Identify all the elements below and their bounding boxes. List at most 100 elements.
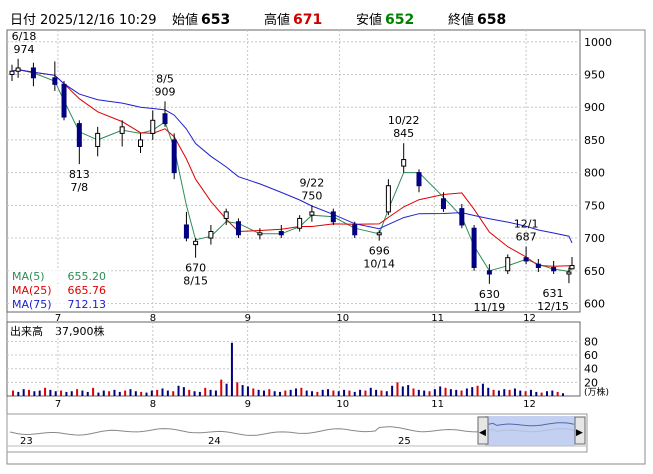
volume-bar <box>316 391 319 396</box>
volume-month-label: 7 <box>55 399 61 410</box>
volume-bar <box>529 389 532 396</box>
price-tick-label: 1000 <box>584 36 612 49</box>
high-label: 高値 <box>264 12 290 28</box>
volume-bar <box>22 389 25 396</box>
volume-bar <box>257 389 260 396</box>
volume-bar <box>343 389 346 396</box>
volume-bar <box>198 391 201 396</box>
volume-bar <box>476 385 479 396</box>
legend-item: MA(75) 712.13 <box>10 298 108 311</box>
volume-bar <box>236 382 239 396</box>
annotation-value: 696 <box>369 245 390 258</box>
volume-bar <box>487 387 490 396</box>
annotation-date: 8/5 <box>156 72 174 85</box>
volume-bar <box>188 389 191 396</box>
volume-x-axis: 7 8 9 10 11 12 <box>55 399 536 410</box>
volume-bar <box>535 391 538 396</box>
ma-legend: MA(5) 655.20 MA(25) 665.76 MA(75) 712.13 <box>10 270 108 311</box>
volume-y-axis: 80604020 <box>584 335 598 389</box>
price-tick-label: 900 <box>584 101 605 114</box>
volume-bar <box>396 382 399 396</box>
volume-bar <box>225 383 228 396</box>
volume-bar <box>412 388 415 396</box>
volume-bar <box>134 391 137 396</box>
volume-bar <box>428 391 431 396</box>
legend-item: MA(25) 665.76 <box>10 284 108 297</box>
volume-bar <box>161 388 164 396</box>
annotation-date: 9/22 <box>300 176 325 189</box>
volume-bar <box>102 390 105 396</box>
volume-bar <box>44 387 47 396</box>
volume-bar <box>545 391 548 396</box>
volume-bar <box>124 390 127 396</box>
annotation: 8/5909 <box>155 72 176 98</box>
volume-bar <box>268 389 271 396</box>
volume-bar <box>407 385 410 396</box>
volume-bar <box>97 392 100 396</box>
volume-bar <box>455 389 458 396</box>
volume-tick-label: 60 <box>584 349 598 362</box>
volume-month-label: 11 <box>431 399 444 410</box>
volume-bar <box>433 389 436 396</box>
annotation-date: 11/19 <box>474 301 506 314</box>
volume-bar <box>92 387 95 396</box>
annotation-date: 8/15 <box>183 275 208 288</box>
volume-bar <box>278 391 281 396</box>
volume-bar <box>401 386 404 396</box>
volume-bar <box>38 390 41 396</box>
right-handle-arrow-icon: ▶ <box>576 428 583 438</box>
volume-label: 出来高 <box>10 324 43 338</box>
volume-bar <box>156 389 159 396</box>
annotation-value: 845 <box>393 127 414 140</box>
volume-bar <box>12 390 14 396</box>
navigator-selection[interactable] <box>485 416 575 446</box>
volume-bar <box>380 390 383 396</box>
annotation-date: 7/8 <box>70 181 88 194</box>
annotation-value: 974 <box>14 43 35 56</box>
volume-bar <box>465 388 468 396</box>
annotation-date: 12/1 <box>514 218 539 231</box>
volume-bar <box>118 391 121 396</box>
candle <box>235 218 241 239</box>
volume-bar <box>76 389 79 396</box>
volume-bar <box>273 391 276 396</box>
volume-tick-label: 40 <box>584 363 598 376</box>
volume-bar <box>439 386 442 396</box>
volume-bar <box>33 391 36 396</box>
volume-bar <box>385 391 388 396</box>
nav-label-23: 23 <box>20 436 33 447</box>
volume-bar <box>28 389 31 396</box>
volume-bar <box>540 392 543 396</box>
volume-bar <box>220 379 223 396</box>
legend-value: 665.76 <box>68 284 107 297</box>
volume-bar <box>305 390 308 396</box>
volume-bar <box>108 391 111 396</box>
volume-bar <box>140 391 143 396</box>
datetime-value: 2025/12/16 10:29 <box>40 13 157 28</box>
chart-canvas: 日付 2025/12/16 10:29 始値 653 高値 671 安値 652… <box>0 0 653 465</box>
volume-bar <box>524 391 527 396</box>
range-navigator[interactable]: ◀ ▶ 23 24 25 <box>6 413 588 453</box>
candle <box>471 224 477 271</box>
annotation: 6708/15 <box>183 262 208 288</box>
close-value: 658 <box>477 12 506 28</box>
volume-bar <box>391 385 394 396</box>
low-label: 安値 <box>356 12 382 28</box>
volume-unit: (万株) <box>584 386 609 398</box>
volume-bar <box>129 389 132 396</box>
price-tick-label: 600 <box>584 297 605 310</box>
volume-bar <box>113 389 116 396</box>
volume-bar <box>321 389 324 396</box>
volume-bar <box>300 387 303 396</box>
legend-value: 655.20 <box>68 270 107 283</box>
open-value: 653 <box>201 12 230 28</box>
candle <box>505 254 511 275</box>
date-label: 日付 <box>10 13 36 28</box>
legend-label: MA(25) <box>12 284 52 297</box>
annotation-value: 909 <box>155 85 176 98</box>
volume-bar <box>182 387 185 396</box>
volume-bar <box>417 389 420 396</box>
open-label: 始値 <box>172 12 198 28</box>
volume-bar <box>471 387 474 396</box>
price-tick-label: 650 <box>584 265 605 278</box>
